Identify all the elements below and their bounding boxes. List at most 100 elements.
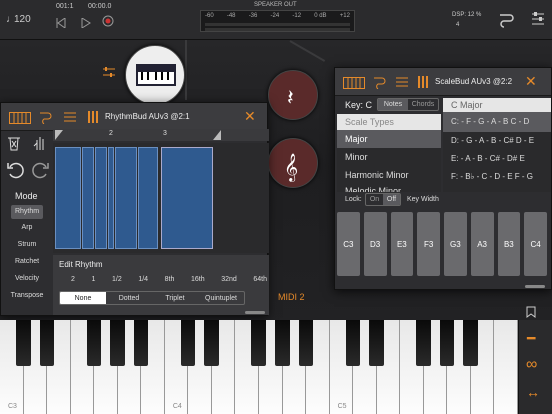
lock-on[interactable]: On [366,194,383,205]
rhythm-grid[interactable] [53,143,269,253]
rhythm-step[interactable] [138,147,158,249]
scale-row[interactable]: D: - G - A - B - C# D - E [443,132,551,150]
undo-icon[interactable] [6,161,24,179]
tab-notes[interactable]: Notes [378,99,408,110]
black-key[interactable] [16,320,31,366]
black-key[interactable] [133,320,149,366]
black-key[interactable] [251,320,267,366]
black-key[interactable] [39,320,55,366]
black-key[interactable] [345,320,361,366]
white-key[interactable] [494,320,518,414]
scale-type-list[interactable]: Scale Types Major Minor Harmonic Minor M… [337,114,441,192]
black-key[interactable] [369,320,384,366]
scale-row[interactable]: C: - F - G - A - B C - D [443,112,551,132]
key-width-label[interactable]: Key Width [407,196,439,203]
resize-handle[interactable] [525,285,545,288]
scale-row[interactable]: F: - B♭ - C - D - E F - G [443,168,551,186]
key-label[interactable]: Key: C [345,100,372,110]
routing-icon[interactable] [373,75,387,90]
mode-ratchet[interactable]: Ratchet [7,258,47,265]
scale-row[interactable]: E: - A - B - C# - D# E [443,150,551,168]
edit-rhythm-label: Edit Rhythm [59,260,103,269]
mode-transpose[interactable]: Transpose [5,292,49,299]
routing-icon[interactable] [39,110,53,125]
black-key[interactable] [180,320,196,366]
division-half[interactable]: 1/2 [112,276,122,283]
list-icon[interactable] [63,110,77,124]
division-2[interactable]: 2 [71,276,75,283]
keyboard-icon[interactable] [9,111,31,124]
scale-type-item[interactable]: Major [337,130,441,148]
scale-key[interactable]: B3 [497,212,521,276]
feel-dotted[interactable]: Dotted [106,292,152,304]
close-icon[interactable]: ✕ [525,73,537,90]
selected-scale-header: C Major [443,98,551,112]
node-settings-icon[interactable] [102,65,116,79]
rhythm-step[interactable] [115,147,137,249]
loop-end-handle[interactable] [213,130,221,140]
division-1[interactable]: 1 [92,276,96,283]
routing-icon[interactable] [498,10,516,28]
feel-none[interactable]: None [60,292,106,304]
black-key[interactable] [416,320,431,366]
black-key[interactable] [275,320,290,366]
record-icon[interactable] [102,14,114,27]
mode-arp[interactable]: Arp [11,224,43,231]
tempo-value[interactable]: 120 [14,14,31,25]
loop-start-handle[interactable] [55,130,63,140]
close-icon[interactable]: ✕ [244,108,256,125]
black-key[interactable] [204,320,219,366]
scale-key[interactable]: G3 [444,212,467,276]
play-icon[interactable] [81,15,91,29]
scale-type-item[interactable]: Harmonic Minor [337,166,441,184]
black-key[interactable] [110,320,125,366]
black-key[interactable] [298,320,314,366]
rhythm-step[interactable] [82,147,94,249]
rhythm-step[interactable] [108,147,114,249]
black-key[interactable] [439,320,455,366]
division-64th[interactable]: 64th [253,276,267,283]
division-quarter[interactable]: 1/4 [138,276,148,283]
feel-quintuplet[interactable]: Quintuplet [198,292,244,304]
resize-arrows-icon[interactable]: ↔ [526,384,540,400]
rhythm-step[interactable] [55,147,81,249]
scale-key[interactable]: D3 [363,212,387,276]
rewind-icon[interactable] [56,15,66,29]
scale-key[interactable]: E3 [390,212,414,276]
division-32nd[interactable]: 32nd [221,276,237,283]
scale-key[interactable]: F3 [417,212,440,276]
black-key[interactable] [463,320,478,366]
scale-type-item[interactable]: Minor [337,148,441,166]
list-icon[interactable] [395,75,409,89]
tab-chords[interactable]: Chords [408,99,438,110]
scale-key[interactable]: A3 [470,212,494,276]
black-key[interactable] [86,320,102,366]
trash-icon[interactable] [7,135,21,151]
bookmark-icon[interactable] [526,305,536,318]
timeline-ruler[interactable]: 2 3 [53,129,269,141]
settings-sliders-icon[interactable] [530,10,546,28]
scale-row-notes: - F - G - A - B C - D [461,117,530,126]
mode-rhythm[interactable]: Rhythm [11,205,43,219]
hand-icon[interactable] [33,135,47,151]
division-8th[interactable]: 8th [165,276,175,283]
division-16th[interactable]: 16th [191,276,205,283]
piano-keyboard[interactable]: C3 C4 C5 [0,320,518,414]
resize-handle[interactable] [245,311,265,314]
feel-triplet[interactable]: Triplet [152,292,198,304]
rhythm-step-selected[interactable] [161,147,213,249]
redo-icon[interactable] [32,161,50,179]
scale-type-item[interactable]: Melodic Minor [337,184,441,192]
mode-strum[interactable]: Strum [11,241,43,248]
infinity-icon[interactable]: ∞ [526,356,537,374]
synth-node[interactable] [125,45,185,105]
rhythm-step[interactable] [95,147,107,249]
lock-off[interactable]: Off [383,194,400,205]
rhythm-node[interactable]: 𝄽 [268,70,318,120]
wrench-icon[interactable]: ━ [527,330,535,347]
scale-key[interactable]: C3 [337,212,360,276]
keyboard-icon[interactable] [343,76,365,89]
mode-velocity[interactable]: Velocity [7,275,47,282]
scale-node[interactable]: 𝄞 [268,138,318,188]
scale-key[interactable]: C4 [524,212,547,276]
